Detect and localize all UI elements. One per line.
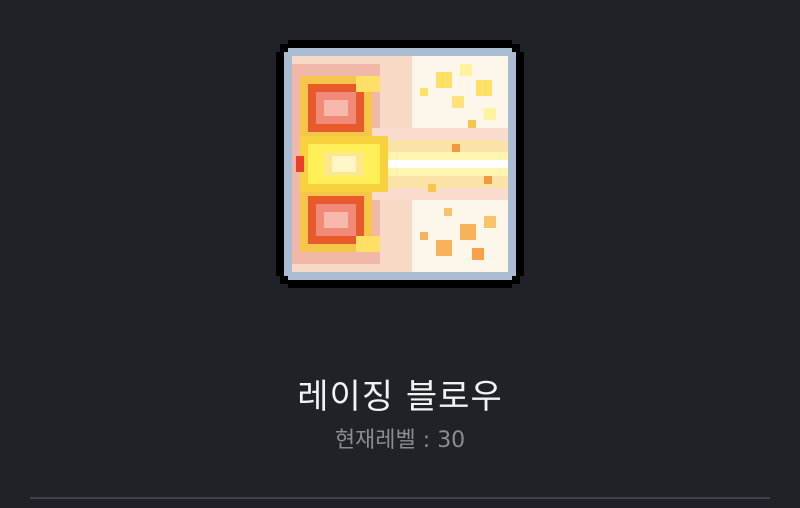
raging-blow-icon [276,40,524,288]
skill-icon-frame [276,40,524,288]
current-level: 현재레벨 : 30 [0,422,800,460]
divider [30,497,770,499]
level-label: 현재레벨 [334,428,416,453]
level-value: 30 [437,428,466,453]
skill-name: 레이징 블로우 [297,377,503,417]
level-separator: : [415,428,438,453]
